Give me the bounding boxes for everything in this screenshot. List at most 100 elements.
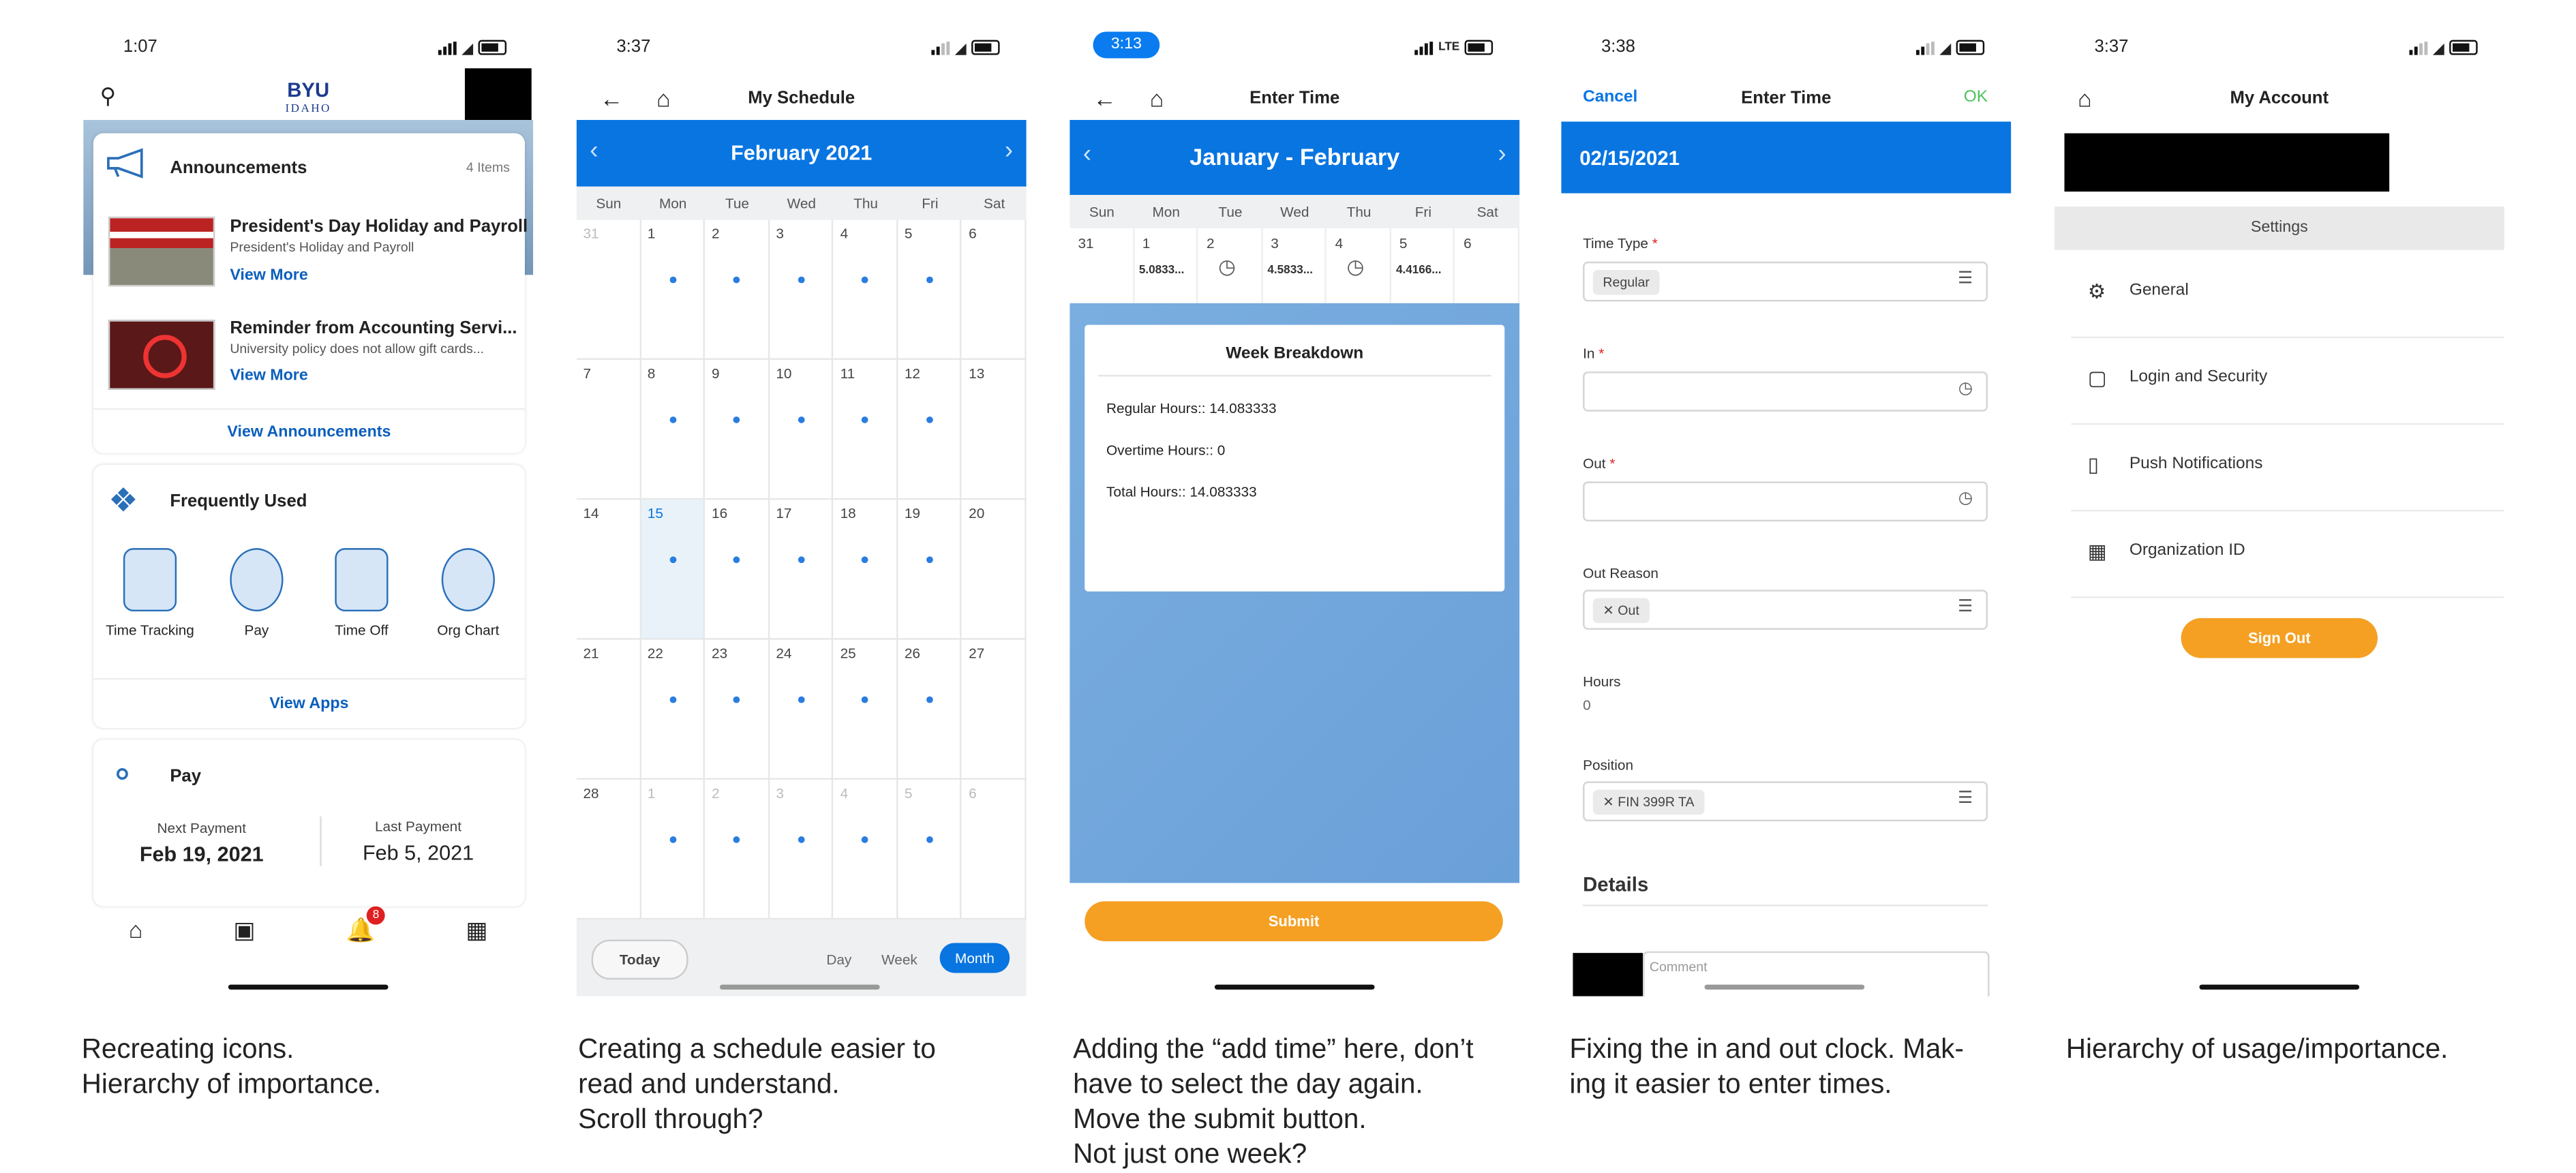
calendar-day-cell[interactable]: 9 (705, 359, 770, 500)
search-icon[interactable]: ⚲ (100, 83, 116, 110)
calendar-day-cell[interactable]: 6 (962, 219, 1027, 360)
schedule-screen: 3:37 ◢ ← ⌂ My Schedule ‹ February 2021 ›… (576, 20, 1027, 996)
calendar-day-cell[interactable]: 23 (705, 639, 770, 780)
shift-dot (798, 416, 804, 423)
announcement-title[interactable]: President's Day Holiday and Payroll (230, 217, 528, 237)
view-more-link[interactable]: View More (230, 367, 307, 385)
announcement-title[interactable]: Reminder from Accounting Servi... (230, 318, 517, 338)
list-icon[interactable]: ☰ (1958, 598, 1973, 617)
chevron-right-icon[interactable]: › (1005, 136, 1013, 165)
out-reason-field[interactable]: ✕ Out ☰ (1583, 590, 1988, 630)
clock-icon[interactable]: ◷ (1958, 490, 1973, 508)
settings-item-organization-id[interactable]: ▦ Organization ID (2071, 510, 2504, 598)
position-field[interactable]: ✕ FIN 399R TA ☰ (1583, 781, 1988, 822)
week-day-cell[interactable]: 5 4.4166... (1391, 228, 1455, 303)
caption-home: Recreating icons. Hierarchy of importance… (81, 1034, 382, 1100)
calendar-day-cell[interactable]: 24 (769, 639, 834, 780)
month-view-tab[interactable]: Month (939, 943, 1010, 973)
week-day-cell[interactable]: 3 4.5833... (1262, 228, 1327, 303)
calendar-day-cell[interactable]: 22 (640, 639, 706, 780)
settings-item-push-notifications[interactable]: ▯ Push Notifications (2071, 423, 2504, 512)
clock-icon[interactable]: ◷ (1347, 255, 1365, 278)
calendar-day-cell[interactable]: 28 (576, 779, 641, 920)
in-time-field[interactable]: ◷ (1583, 371, 1988, 412)
view-more-link[interactable]: View More (230, 266, 307, 285)
close-icon[interactable]: ✕ (1603, 603, 1613, 618)
week-day-cell[interactable]: 1 5.0833... (1134, 228, 1198, 303)
view-announcements-link[interactable]: View Announcements (93, 423, 525, 442)
calendar-day-cell[interactable]: 1 (640, 779, 706, 920)
calendar-day-cell[interactable]: 2 (705, 779, 770, 920)
calendar-day-cell[interactable]: 31 (576, 219, 641, 360)
calendar-day-cell[interactable]: 15 (640, 500, 706, 640)
calendar-day-cell[interactable]: 25 (833, 639, 898, 780)
signal-icon (2409, 40, 2428, 55)
hours-label: Hours (1583, 673, 1621, 690)
signal-icon (1414, 40, 1434, 55)
week-day-cell[interactable]: 6 (1455, 228, 1520, 303)
chevron-right-icon[interactable]: › (1498, 140, 1506, 168)
out-time-field[interactable]: ◷ (1583, 481, 1988, 522)
calendar-day-cell[interactable]: 10 (769, 359, 834, 500)
calendar-day-cell[interactable]: 20 (962, 500, 1027, 640)
today-button[interactable]: Today (591, 939, 688, 980)
calendar-day-cell[interactable]: 8 (640, 359, 706, 500)
calendar-day-cell[interactable]: 7 (576, 359, 641, 500)
calendar-day-cell[interactable]: 16 (705, 500, 770, 640)
time-type-field[interactable]: Regular ☰ (1583, 261, 1988, 302)
close-icon[interactable]: ✕ (1603, 795, 1613, 810)
submit-button[interactable]: Submit (1085, 901, 1503, 942)
megaphone-icon (105, 148, 149, 179)
week-day-cell[interactable]: 2 ◷ (1198, 228, 1263, 303)
scroll-indicator (1704, 984, 1865, 990)
bell-icon[interactable]: 🔔 8 (346, 906, 386, 966)
status-bar: 1:07 ◢ (83, 37, 533, 60)
calendar-day-cell[interactable]: 3 (769, 219, 834, 360)
week-view-tab[interactable]: Week (881, 951, 918, 968)
calendar-day-cell[interactable]: 4 (833, 219, 898, 360)
calendar-day-cell[interactable]: 3 (769, 779, 834, 920)
app-time-off[interactable]: Time Off (312, 548, 412, 638)
week-day-cell[interactable]: 31 (1070, 228, 1134, 303)
calendar-day-cell[interactable]: 21 (576, 639, 641, 780)
calendar-day-cell[interactable]: 5 (898, 779, 963, 920)
calendar-day-cell[interactable]: 4 (833, 779, 898, 920)
settings-item-general[interactable]: ⚙ General (2071, 250, 2504, 339)
time-tracking-icon (123, 548, 177, 612)
wifi-icon: ◢ (954, 39, 967, 56)
in-label: In * (1583, 344, 1605, 362)
list-icon[interactable]: ☰ (1958, 270, 1973, 288)
calendar-day-cell[interactable]: 14 (576, 500, 641, 640)
battery-icon (1464, 40, 1494, 55)
week-day-cell[interactable]: 4 ◷ (1327, 228, 1391, 303)
app-time-tracking[interactable]: Time Tracking (100, 548, 200, 638)
view-apps-link[interactable]: View Apps (93, 695, 525, 713)
day-view-tab[interactable]: Day (826, 951, 851, 968)
calendar-day-cell[interactable]: 13 (962, 359, 1027, 500)
calendar-day-cell[interactable]: 5 (898, 219, 963, 360)
list-icon[interactable]: ☰ (1958, 790, 1973, 808)
week-day-number: 1 (1142, 234, 1151, 252)
calendar-day-cell[interactable]: 12 (898, 359, 963, 500)
calendar-day-cell[interactable]: 19 (898, 500, 963, 640)
calendar-day-cell[interactable]: 11 (833, 359, 898, 500)
clock-icon[interactable]: ◷ (1958, 380, 1973, 398)
calendar-day-cell[interactable]: 26 (898, 639, 963, 780)
settings-item-login-security[interactable]: ▢ Login and Security (2071, 337, 2504, 425)
sign-out-button[interactable]: Sign Out (2181, 618, 2378, 658)
home-icon[interactable]: ⌂ (129, 916, 143, 966)
clock-icon[interactable]: ◷ (1218, 255, 1236, 278)
phone-icon: ▯ (2087, 453, 2099, 477)
calendar-day-cell[interactable]: 18 (833, 500, 898, 640)
app-pay[interactable]: Pay (207, 548, 307, 638)
apps-grid-icon[interactable]: ▦ (466, 916, 487, 966)
inbox-icon[interactable]: ▣ (233, 916, 255, 966)
app-org-chart[interactable]: Org Chart (419, 548, 519, 638)
calendar-day-cell[interactable]: 1 (640, 219, 706, 360)
status-time: 1:07 (123, 36, 157, 57)
calendar-day-cell[interactable]: 27 (962, 639, 1027, 780)
ok-button[interactable]: OK (1964, 89, 1988, 107)
calendar-day-cell[interactable]: 17 (769, 500, 834, 640)
calendar-day-cell[interactable]: 6 (962, 779, 1027, 920)
calendar-day-cell[interactable]: 2 (705, 219, 770, 360)
